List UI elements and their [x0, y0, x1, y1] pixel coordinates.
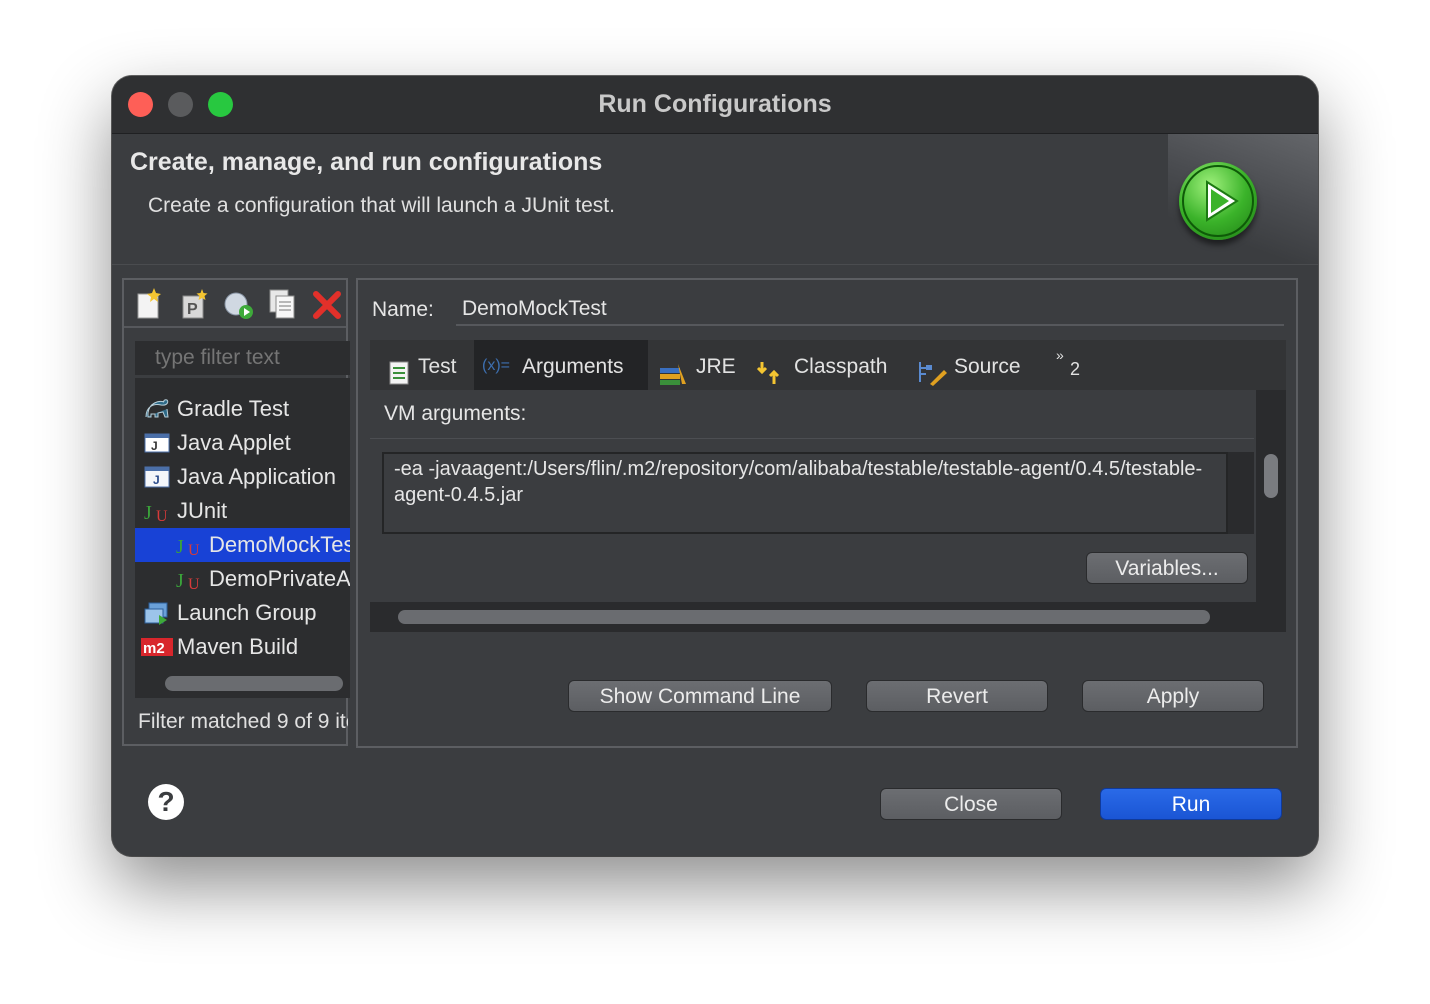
section-separator: [370, 438, 1254, 439]
tree-item-label: Launch Group: [177, 600, 317, 625]
configuration-editor-panel: Name: Test (x)= Arguments J: [356, 278, 1298, 748]
close-button[interactable]: Close: [880, 788, 1062, 820]
tree-item-label: Java Application: [177, 464, 336, 489]
vm-arguments-label: VM arguments:: [384, 402, 527, 425]
java-application-icon: J: [143, 465, 171, 489]
filter-input[interactable]: [135, 341, 350, 375]
scrollbar-thumb[interactable]: [1264, 454, 1278, 498]
help-icon[interactable]: ?: [148, 784, 184, 820]
svg-text:m2: m2: [143, 640, 165, 657]
tree-item-label: JUnit: [177, 498, 228, 523]
svg-text:J: J: [176, 536, 184, 557]
gradle-icon: [143, 397, 171, 421]
title-bar: Run Configurations: [112, 76, 1318, 134]
tab-label: Arguments: [522, 355, 624, 378]
tree-item-label: Maven Build: [177, 634, 299, 659]
svg-text:U: U: [188, 542, 200, 557]
test-icon: [386, 353, 412, 385]
name-input[interactable]: [456, 294, 1284, 326]
vm-arguments-textarea[interactable]: -ea -javaagent:/Users/flin/.m2/repositor…: [382, 452, 1228, 534]
tab-classpath[interactable]: Classpath: [754, 340, 914, 390]
show-command-line-button[interactable]: Show Command Line: [568, 680, 832, 712]
junit-icon: JU: [143, 499, 171, 525]
svg-text:U: U: [156, 508, 168, 523]
tree-item-junit[interactable]: JU JUnit: [135, 494, 350, 528]
variables-button[interactable]: Variables...: [1086, 552, 1248, 584]
tree-item-maven-build[interactable]: m2 Maven Build: [135, 630, 350, 664]
source-icon: [916, 353, 948, 386]
svg-text:J: J: [144, 502, 152, 523]
tree-item-label: Java Applet: [177, 430, 291, 455]
junit-icon: JU: [175, 567, 203, 593]
configuration-tree[interactable]: Gradle Test J Java Applet J Java Applica…: [135, 378, 350, 698]
tab-label: Classpath: [794, 355, 888, 378]
svg-text:P: P: [187, 301, 198, 318]
tree-item-label: DemoPrivateAccessTest: [209, 566, 350, 591]
tree-item-label: Gradle Test: [177, 396, 290, 421]
tree-item-launch-group[interactable]: Launch Group: [135, 596, 350, 630]
tab-label: Test: [418, 355, 457, 378]
dialog-header: Create, manage, and run configurations C…: [112, 134, 1318, 265]
tree-horizontal-scrollbar[interactable]: [165, 676, 343, 691]
classpath-icon: [756, 353, 788, 384]
export-icon[interactable]: [222, 286, 256, 322]
revert-button[interactable]: Revert: [866, 680, 1048, 712]
svg-text:U: U: [188, 576, 200, 591]
apply-button[interactable]: Apply: [1082, 680, 1264, 712]
run-configurations-dialog: Run Configurations Create, manage, and r…: [112, 76, 1318, 856]
configuration-list-panel: P Gradle Test J: [122, 278, 350, 746]
tree-item-gradle-test[interactable]: Gradle Test: [135, 392, 350, 426]
arguments-tab-content: VM arguments: -ea -javaagent:/Users/flin…: [370, 390, 1286, 632]
more-tabs-button[interactable]: » 2: [1056, 340, 1096, 390]
tree-item-demomocktest[interactable]: JU DemoMockTest: [135, 528, 350, 562]
java-applet-icon: J: [143, 431, 171, 455]
chevron-double-right-icon: »: [1056, 347, 1064, 363]
tab-strip: Test (x)= Arguments JRE Classpath Source…: [370, 340, 1286, 390]
tab-label: Source: [954, 355, 1021, 378]
toolbar-separator: [124, 326, 346, 328]
vm-arguments-scrollbar[interactable]: [1228, 452, 1254, 534]
tree-item-label: DemoMockTest: [209, 532, 350, 557]
more-tabs-count: 2: [1070, 359, 1081, 379]
tab-vertical-scrollbar[interactable]: [1256, 390, 1286, 632]
tab-arguments[interactable]: (x)= Arguments: [474, 340, 648, 390]
arguments-icon: (x)=: [482, 357, 510, 374]
header-description: Create a configuration that will launch …: [148, 194, 615, 217]
new-configuration-icon[interactable]: [134, 286, 168, 322]
tree-item-java-application[interactable]: J Java Application: [135, 460, 350, 494]
jre-icon: [658, 353, 688, 385]
tree-item-demoprivateaccesstest[interactable]: JU DemoPrivateAccessTest: [135, 562, 350, 596]
svg-text:J: J: [153, 473, 160, 487]
window-title: Run Configurations: [598, 90, 832, 118]
junit-icon: JU: [175, 533, 203, 559]
tab-folder: Test (x)= Arguments JRE Classpath Source…: [370, 340, 1286, 632]
svg-text:J: J: [151, 439, 158, 453]
tab-test[interactable]: Test: [370, 340, 472, 390]
tab-horizontal-scrollbar[interactable]: [370, 602, 1256, 632]
new-prototype-icon[interactable]: P: [178, 286, 212, 322]
svg-text:J: J: [176, 570, 184, 591]
maven-icon: m2: [141, 635, 173, 659]
run-logo-icon: [1179, 162, 1257, 240]
name-label: Name:: [372, 298, 434, 321]
delete-icon[interactable]: [310, 286, 344, 322]
filter-status: Filter matched 9 of 9 items: [138, 710, 348, 733]
run-button[interactable]: Run: [1100, 788, 1282, 820]
launch-group-icon: [143, 601, 171, 625]
tree-item-java-applet[interactable]: J Java Applet: [135, 426, 350, 460]
tab-jre[interactable]: JRE: [654, 340, 744, 390]
duplicate-icon[interactable]: [266, 286, 300, 322]
header-title: Create, manage, and run configurations: [130, 148, 603, 176]
tab-source[interactable]: Source: [916, 340, 1050, 390]
tab-label: JRE: [696, 355, 736, 378]
scrollbar-thumb[interactable]: [398, 610, 1210, 624]
